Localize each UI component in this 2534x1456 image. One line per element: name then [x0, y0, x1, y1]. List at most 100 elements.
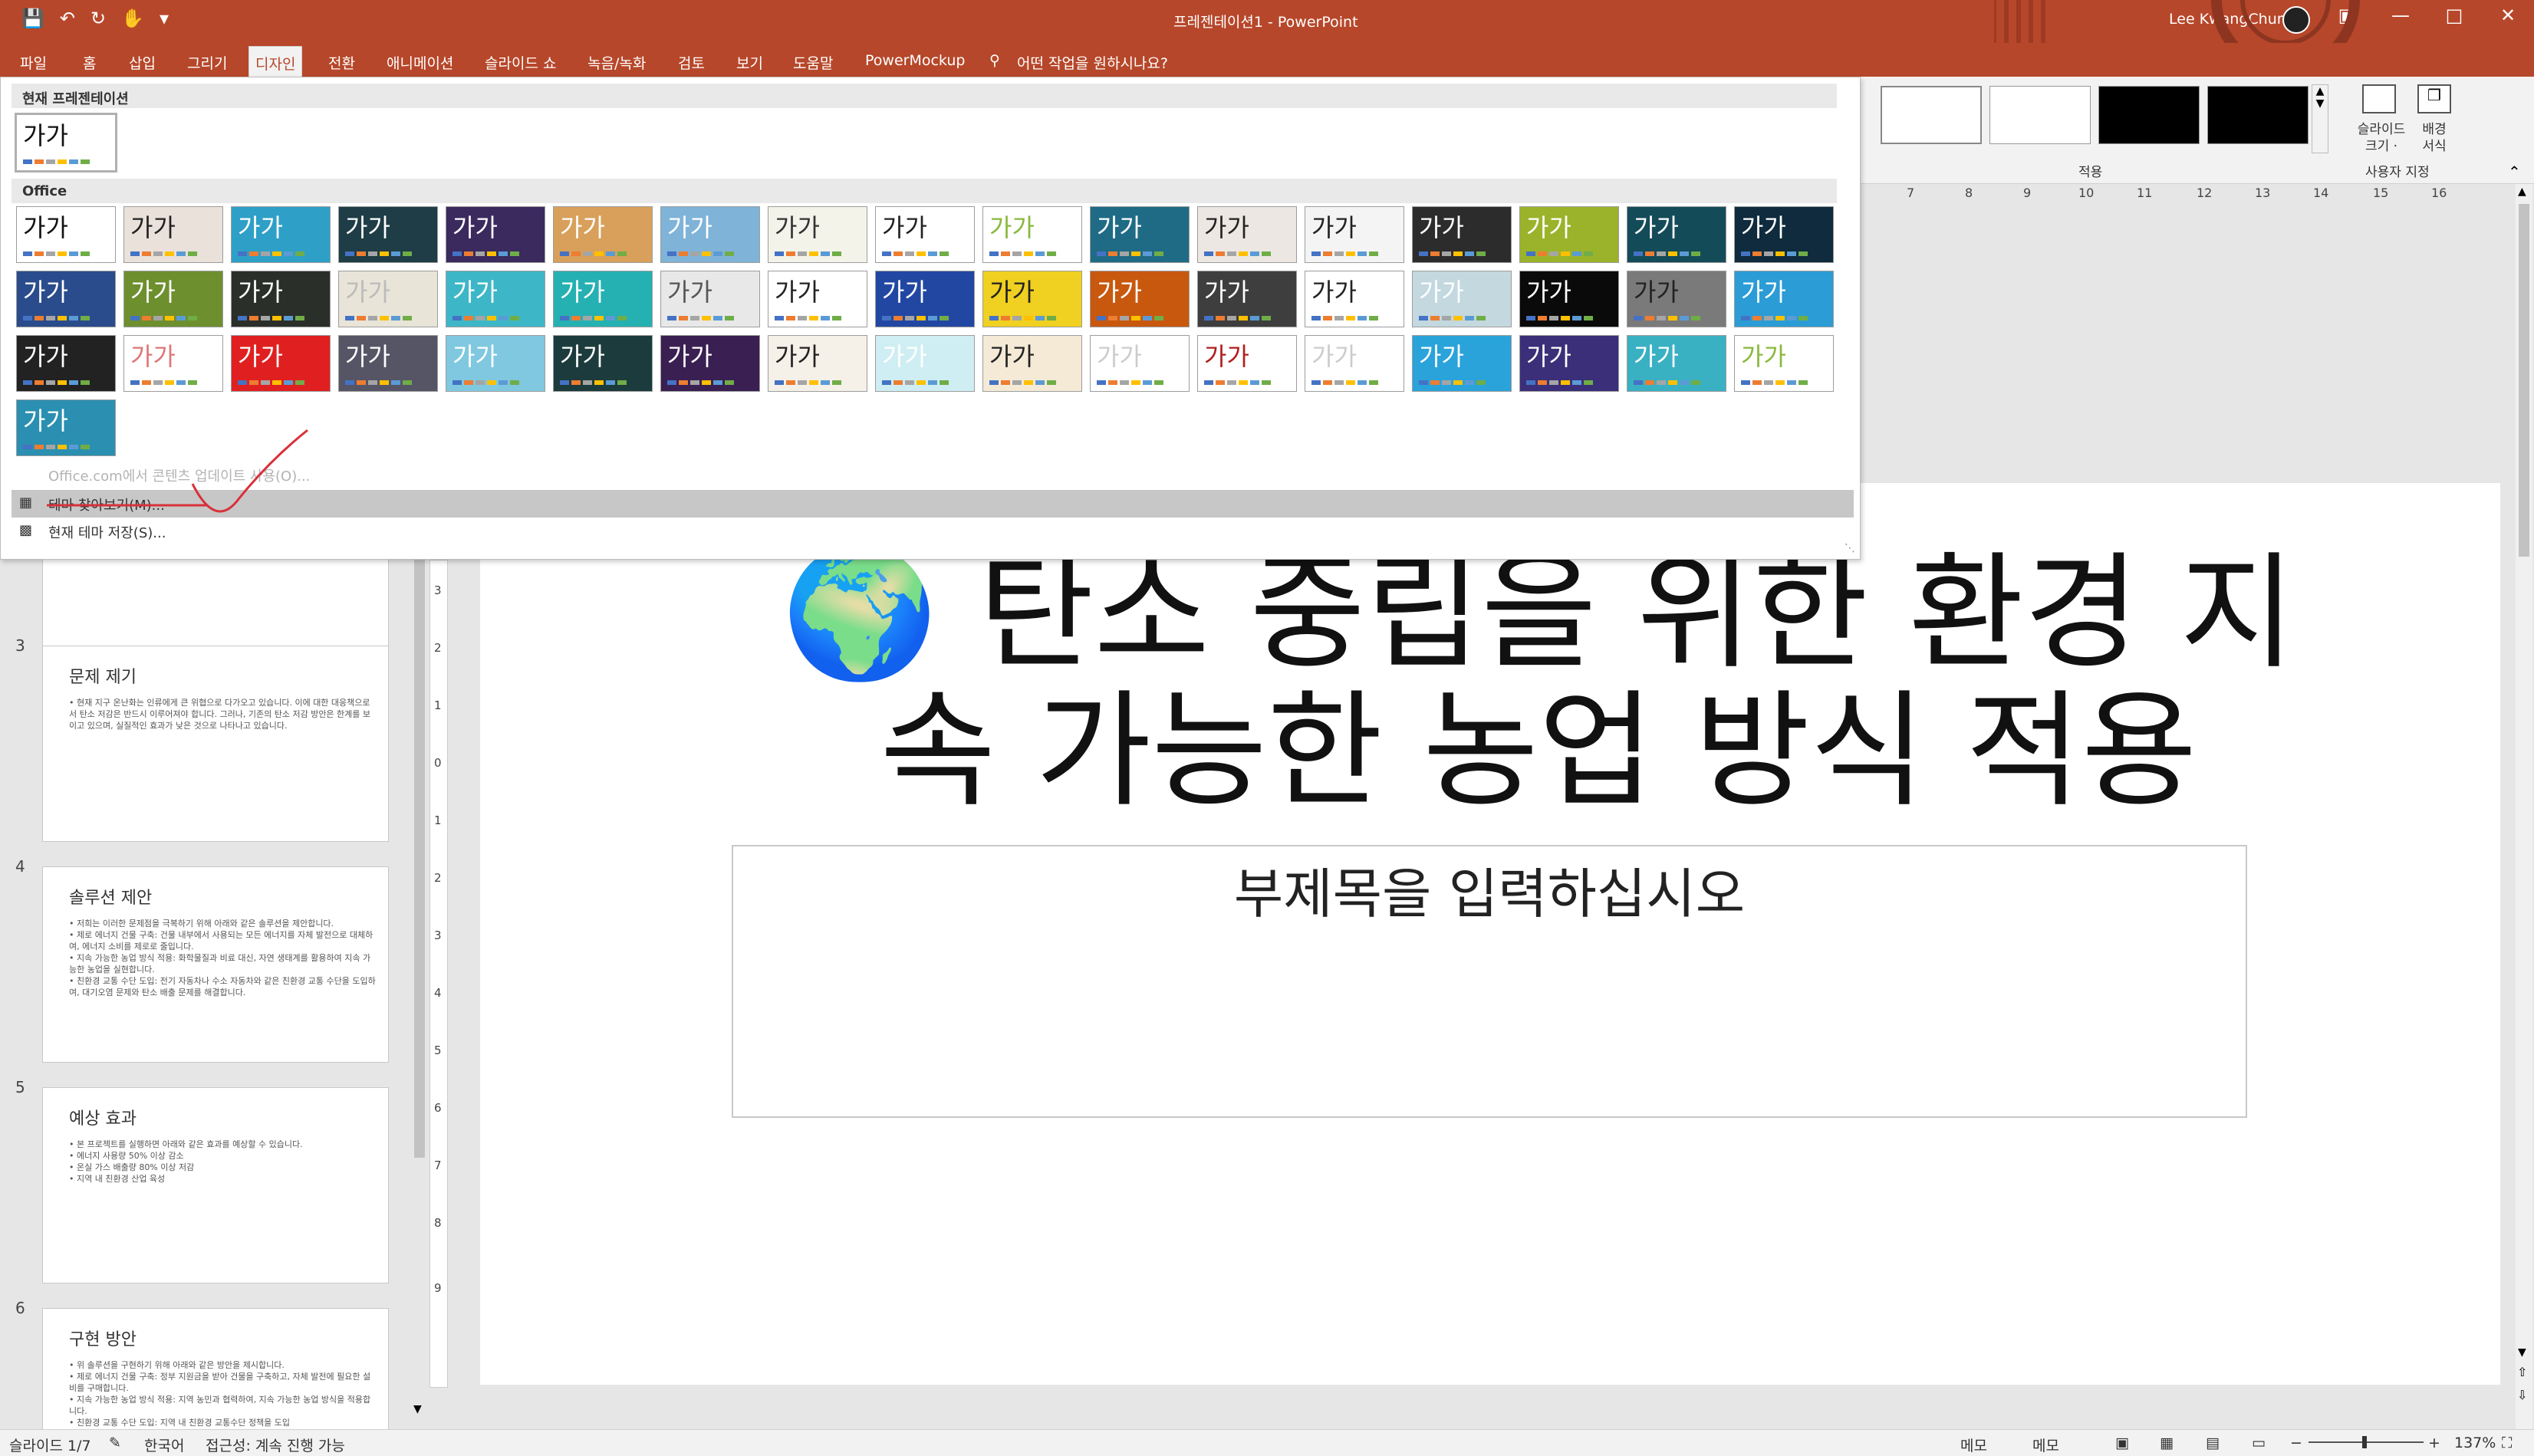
slide-thumbnail-5[interactable]: 예상 효과 • 본 프로젝트를 실행하면 아래와 같은 효과를 예상할 수 있습… — [42, 1087, 389, 1283]
tab-help[interactable]: 도움말 — [787, 49, 839, 76]
zoom-in-icon[interactable]: + — [2428, 1435, 2440, 1451]
theme-thumbnail[interactable]: 가가 — [1090, 206, 1190, 263]
theme-thumbnail[interactable]: 가가 — [660, 206, 760, 263]
language-indicator[interactable]: 한국어 — [144, 1435, 184, 1455]
slide-size-button[interactable]: 슬라이드 크기 · — [2348, 121, 2414, 155]
resize-grip-icon[interactable]: ⋱ — [1845, 542, 1855, 554]
theme-thumbnail[interactable]: 가가 — [446, 335, 545, 392]
variant-3[interactable] — [2098, 86, 2200, 144]
theme-thumbnail[interactable]: 가가 — [16, 271, 116, 327]
touch-mode-icon[interactable]: ✋ — [121, 8, 144, 29]
theme-thumbnail[interactable]: 가가 — [338, 335, 438, 392]
theme-thumbnail[interactable]: 가가 — [123, 271, 223, 327]
tab-home[interactable]: 홈 — [77, 49, 102, 76]
tab-design[interactable]: 디자인 — [248, 46, 303, 77]
subtitle-placeholder[interactable]: 부제목을 입력하십시오 — [732, 845, 2247, 1118]
theme-thumbnail[interactable]: 가가 — [1519, 335, 1619, 392]
theme-thumbnail[interactable]: 가가 — [1627, 271, 1726, 327]
theme-thumbnail[interactable]: 가가 — [1412, 335, 1512, 392]
zoom-thumb[interactable] — [2362, 1436, 2367, 1448]
user-name[interactable]: Lee KwangChun — [2169, 11, 2286, 28]
tab-view[interactable]: 보기 — [730, 49, 769, 76]
tab-file[interactable]: 파일 — [14, 49, 53, 76]
theme-thumbnail[interactable]: 가가 — [1305, 335, 1404, 392]
spellcheck-icon[interactable]: ✎ — [109, 1435, 121, 1451]
accessibility-status[interactable]: 접근성: 계속 진행 가능 — [206, 1435, 345, 1455]
tab-transitions[interactable]: 전환 — [322, 49, 361, 76]
theme-thumbnail[interactable]: 가가 — [982, 271, 1082, 327]
zoom-level[interactable]: 137% — [2454, 1435, 2496, 1451]
tab-record[interactable]: 녹음/녹화 — [581, 49, 652, 76]
main-scrollbar[interactable]: ▲ ▼ ⇧ ⇩ — [2516, 184, 2532, 1429]
tab-review[interactable]: 검토 — [672, 49, 711, 76]
theme-thumbnail[interactable]: 가가 — [1197, 335, 1297, 392]
prev-slide-icon[interactable]: ⇧ — [2517, 1365, 2527, 1379]
format-background-icon[interactable]: ❒ — [2417, 84, 2451, 113]
slide-sorter-icon[interactable]: ▦ — [2160, 1435, 2174, 1451]
theme-thumbnail[interactable]: 가가 — [660, 335, 760, 392]
avatar[interactable] — [2282, 6, 2310, 34]
theme-thumbnail[interactable]: 가가 — [231, 206, 331, 263]
theme-thumbnail[interactable]: 가가 — [338, 206, 438, 263]
slide-thumbnail-4[interactable]: 솔루션 제안 • 저희는 이러한 문제점을 극복하기 위해 아래와 같은 솔루션… — [42, 866, 389, 1063]
theme-thumbnail[interactable]: 가가 — [16, 206, 116, 263]
variants-scroll[interactable]: ▲ ▼ — [2312, 84, 2328, 153]
theme-thumbnail[interactable]: 가가 — [1090, 335, 1190, 392]
variant-4[interactable] — [2207, 86, 2309, 144]
collapse-ribbon-icon[interactable]: ⌃ — [2508, 163, 2521, 181]
fit-to-window-icon[interactable]: ⛶ — [2502, 1435, 2512, 1451]
theme-thumbnail[interactable]: 가가 — [768, 206, 867, 263]
theme-thumbnail[interactable]: 가가 — [446, 206, 545, 263]
theme-thumbnail[interactable]: 가가 — [1734, 206, 1834, 263]
theme-thumbnail[interactable]: 가가 — [1519, 206, 1619, 263]
reading-view-icon[interactable]: ▤ — [2206, 1435, 2220, 1451]
theme-thumbnail[interactable]: 가가 — [16, 335, 116, 392]
theme-thumbnail[interactable]: 가가 — [1090, 271, 1190, 327]
notes-button[interactable]: 메모 — [1960, 1435, 1987, 1455]
maximize-icon[interactable]: □ — [2431, 5, 2477, 26]
theme-thumbnail[interactable]: 가가 — [1197, 206, 1297, 263]
slide-size-icon[interactable] — [2362, 84, 2396, 113]
theme-thumbnail[interactable]: 가가 — [231, 335, 331, 392]
theme-thumbnail[interactable]: 가가 — [1305, 271, 1404, 327]
theme-thumbnail[interactable]: 가가 — [1519, 271, 1619, 327]
tab-animations[interactable]: 애니메이션 — [380, 49, 459, 76]
slide-canvas[interactable]: 🌍 탄소 중립을 위한 환경 지속 가능한 농업 방식 적용 부제목을 입력하십… — [480, 483, 2500, 1385]
next-slide-icon[interactable]: ⇩ — [2517, 1388, 2527, 1402]
theme-thumbnail[interactable]: 가가 — [1627, 335, 1726, 392]
theme-thumbnail[interactable]: 가가 — [1627, 206, 1726, 263]
theme-thumbnail[interactable]: 가가 — [446, 271, 545, 327]
theme-thumbnail[interactable]: 가가 — [123, 335, 223, 392]
close-icon[interactable]: ✕ — [2485, 5, 2531, 26]
theme-thumbnail[interactable]: 가가 — [1734, 335, 1834, 392]
variant-2[interactable] — [1989, 86, 2091, 144]
theme-thumbnail[interactable]: 가가 — [231, 271, 331, 327]
theme-thumbnail[interactable]: 가가 — [1734, 271, 1834, 327]
theme-thumbnail[interactable]: 가가 — [338, 271, 438, 327]
format-background-button[interactable]: 배경 서식 — [2411, 121, 2457, 155]
theme-thumbnail[interactable]: 가가 — [768, 335, 867, 392]
theme-thumbnail[interactable]: 가가 — [768, 271, 867, 327]
thumbnail-scrollbar[interactable]: ▼ — [411, 560, 428, 1426]
theme-thumbnail[interactable]: 가가 — [875, 335, 975, 392]
theme-thumbnail[interactable]: 가가 — [553, 271, 653, 327]
theme-thumbnail[interactable]: 가가 — [875, 271, 975, 327]
comments-button[interactable]: 메모 — [2032, 1435, 2059, 1455]
tab-slideshow[interactable]: 슬라이드 쇼 — [479, 49, 562, 76]
customize-icon[interactable]: ▾ — [160, 8, 169, 29]
theme-thumbnail[interactable]: 가가 — [875, 206, 975, 263]
tab-draw[interactable]: 그리기 — [181, 49, 233, 76]
zoom-out-icon[interactable]: − — [2290, 1435, 2302, 1451]
undo-icon[interactable]: ↶ — [60, 8, 75, 29]
slide-thumbnail-6[interactable]: 구현 방안 • 위 솔루션을 구현하기 위해 아래와 같은 방안을 제시합니다.… — [42, 1308, 389, 1431]
save-icon[interactable]: 💾 — [21, 8, 44, 29]
theme-thumbnail[interactable]: 가가 — [1412, 271, 1512, 327]
tab-insert[interactable]: 삽입 — [123, 49, 162, 76]
theme-thumbnail[interactable]: 가가 — [123, 206, 223, 263]
theme-thumbnail[interactable]: 가가 — [1412, 206, 1512, 263]
slide-thumbnail-3[interactable]: 문제 제기 • 현재 지구 온난화는 인류에게 큰 위협으로 다가오고 있습니다… — [42, 646, 389, 842]
theme-thumbnail[interactable]: 가가 — [553, 335, 653, 392]
current-theme[interactable]: 가가 — [15, 113, 117, 173]
slide-title[interactable]: 🌍 탄소 중립을 위한 환경 지속 가능한 농업 방식 적용 — [772, 544, 2305, 820]
tell-me-search[interactable]: 어떤 작업을 원하시나요? — [1011, 49, 1174, 76]
